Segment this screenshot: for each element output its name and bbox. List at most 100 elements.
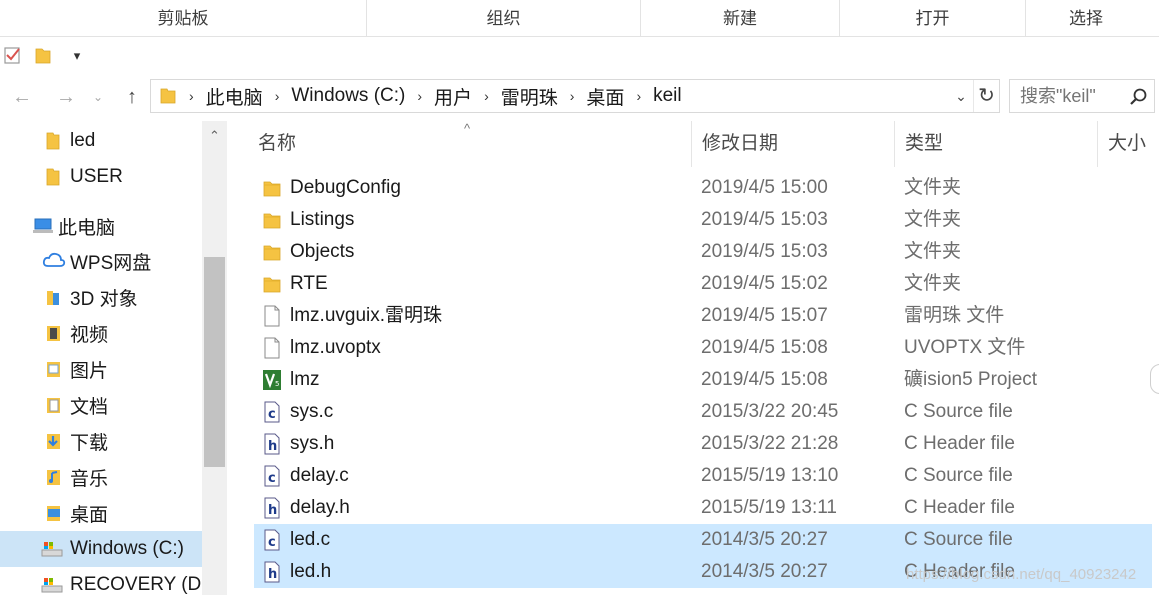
computer-icon xyxy=(32,216,53,236)
file-row[interactable]: c led.c 2014/3/5 20:27 C Source file xyxy=(254,524,1152,556)
file-row[interactable]: c sys.c 2015/3/22 20:45 C Source file xyxy=(254,396,1152,428)
scroll-up-chevron-icon[interactable]: ⌃ xyxy=(202,121,227,149)
breadcrumb-keil[interactable]: keil xyxy=(653,85,682,107)
nav-item[interactable]: 3D 对象 xyxy=(0,279,202,315)
back-arrow-icon[interactable]: ← xyxy=(8,83,36,111)
properties-checkbox-icon[interactable] xyxy=(2,43,24,67)
svg-text:c: c xyxy=(268,535,276,550)
column-type[interactable]: 类型 xyxy=(895,121,1098,167)
nav-item[interactable]: RECOVERY (D:) xyxy=(0,567,213,595)
nav-item[interactable]: 文档 xyxy=(0,387,202,423)
forward-arrow-icon[interactable]: → xyxy=(52,83,80,111)
file-row[interactable]: DebugConfig 2019/4/5 15:00 文件夹 xyxy=(254,172,1152,204)
nav-item-label: led xyxy=(70,130,96,151)
file-row[interactable]: 5 lmz 2019/4/5 15:08 礦ision5 Project xyxy=(254,364,1152,396)
nav-item[interactable]: 图片 xyxy=(0,351,202,387)
column-name[interactable]: 名称 xyxy=(250,121,692,167)
chevron-right-icon[interactable]: › xyxy=(417,88,422,104)
nav-item-label: WPS网盘 xyxy=(70,252,152,274)
search-input[interactable] xyxy=(1010,80,1122,112)
file-name: sys.h xyxy=(290,433,335,454)
nav-item[interactable]: WPS网盘 xyxy=(0,243,202,279)
nav-item-label: 视频 xyxy=(70,324,109,346)
nav-item[interactable]: led xyxy=(0,123,202,159)
breadcrumb-users[interactable]: 用户 xyxy=(434,83,472,110)
address-bar[interactable]: › 此电脑 › Windows (C:) › 用户 › 雷明珠 › 桌面 › k… xyxy=(150,79,1000,113)
new-folder-icon[interactable] xyxy=(32,43,54,67)
nav-item[interactable]: 音乐 xyxy=(0,459,202,495)
drive-icon xyxy=(40,539,63,559)
file-type: C Header file xyxy=(904,497,1015,518)
c-source-file-icon: c xyxy=(262,465,282,487)
file-type: 文件夹 xyxy=(904,241,962,262)
video-icon xyxy=(44,323,62,343)
file-date-modified: 2015/3/22 20:45 xyxy=(701,401,839,422)
breadcrumb-user[interactable]: 雷明珠 xyxy=(501,83,558,110)
recent-locations-chevron-icon[interactable]: ⌄ xyxy=(88,83,108,111)
ribbon-group-new[interactable]: 新建 xyxy=(641,0,840,37)
file-row[interactable]: Objects 2019/4/5 15:03 文件夹 xyxy=(254,236,1152,268)
svg-text:5: 5 xyxy=(275,380,279,388)
nav-item[interactable]: Windows (C:) xyxy=(0,531,202,567)
file-row[interactable]: h delay.h 2015/5/19 13:11 C Header file xyxy=(254,492,1152,524)
folder-icon xyxy=(262,241,282,263)
file-row[interactable]: lmz.uvguix.雷明珠 2019/4/5 15:07 雷明珠 文件 xyxy=(254,300,1152,332)
breadcrumb-this-pc[interactable]: 此电脑 xyxy=(206,83,263,110)
nav-item[interactable]: 下载 xyxy=(0,423,202,459)
customize-toolbar-dropdown[interactable]: ▾ xyxy=(66,43,88,67)
file-row[interactable]: RTE 2019/4/5 15:02 文件夹 xyxy=(254,268,1152,300)
file-row[interactable]: h sys.h 2015/3/22 21:28 C Header file xyxy=(254,428,1152,460)
column-date-modified[interactable]: 修改日期 xyxy=(692,121,895,167)
file-date-modified: 2019/4/5 15:03 xyxy=(701,241,828,262)
nav-item-label: 音乐 xyxy=(70,468,109,490)
downloads-icon xyxy=(44,431,62,451)
drive-icon xyxy=(40,575,63,595)
file-date-modified: 2019/4/5 15:00 xyxy=(701,177,828,198)
file-type: 雷明珠 文件 xyxy=(904,305,1005,326)
nav-item[interactable]: 此电脑 xyxy=(0,208,202,244)
chevron-right-icon[interactable]: › xyxy=(636,88,641,104)
file-row[interactable]: c delay.c 2015/5/19 13:10 C Source file xyxy=(254,460,1152,492)
pictures-icon xyxy=(44,359,62,379)
file-row[interactable]: lmz.uvoptx 2019/4/5 15:08 UVOPTX 文件 xyxy=(254,332,1152,364)
up-arrow-icon[interactable]: ↑ xyxy=(118,83,146,111)
svg-text:h: h xyxy=(268,567,277,582)
chevron-right-icon[interactable]: › xyxy=(484,88,489,104)
chevron-right-icon[interactable]: › xyxy=(275,88,280,104)
ribbon-group-select[interactable]: 选择 xyxy=(1026,0,1146,37)
file-date-modified: 2014/3/5 20:27 xyxy=(701,561,828,582)
nav-item[interactable]: 桌面 xyxy=(0,495,202,531)
scroll-edge-indicator[interactable] xyxy=(1150,364,1159,394)
file-type: 礦ision5 Project xyxy=(904,369,1038,390)
nav-item-label: USER xyxy=(70,166,123,187)
breadcrumb-windows-c[interactable]: Windows (C:) xyxy=(291,85,405,107)
folder-icon xyxy=(262,273,282,295)
file-row[interactable]: Listings 2019/4/5 15:03 文件夹 xyxy=(254,204,1152,236)
nav-scrollbar[interactable]: ⌃ xyxy=(202,121,227,595)
navigation-pane: led USER 此电脑 WPS网盘 3D 对象视频图片 文档 下载音乐桌面 Windows … xyxy=(0,121,230,595)
refresh-icon[interactable]: ↻ xyxy=(973,80,999,112)
chevron-right-icon[interactable]: › xyxy=(570,88,575,104)
ribbon-group-organize[interactable]: 组织 xyxy=(367,0,641,37)
address-history-dropdown-icon[interactable]: ⌄ xyxy=(951,80,971,112)
chevron-right-icon[interactable]: › xyxy=(189,88,194,104)
file-name: led.h xyxy=(290,561,332,582)
folder-icon xyxy=(44,167,62,187)
3d-objects-icon xyxy=(44,287,62,307)
file-type: 文件夹 xyxy=(904,273,962,294)
nav-item[interactable]: 视频 xyxy=(0,315,202,351)
c-header-file-icon: h xyxy=(262,497,282,519)
ribbon-group-open[interactable]: 打开 xyxy=(840,0,1026,37)
breadcrumb-desktop[interactable]: 桌面 xyxy=(586,83,624,110)
file-date-modified: 2019/4/5 15:02 xyxy=(701,273,828,294)
scrollbar-thumb[interactable] xyxy=(204,257,225,467)
file-name: Listings xyxy=(290,209,355,230)
file-date-modified: 2015/5/19 13:10 xyxy=(701,465,839,486)
search-icon[interactable] xyxy=(1128,87,1148,107)
quick-access-toolbar: ▾ xyxy=(0,37,1159,73)
ribbon-group-clipboard[interactable]: 剪贴板 xyxy=(0,0,367,37)
nav-item[interactable]: USER xyxy=(0,159,202,195)
search-box[interactable] xyxy=(1009,79,1155,113)
column-size[interactable]: 大小 xyxy=(1098,121,1159,167)
breadcrumb: › 此电脑 › Windows (C:) › 用户 › 雷明珠 › 桌面 › k… xyxy=(151,80,682,112)
